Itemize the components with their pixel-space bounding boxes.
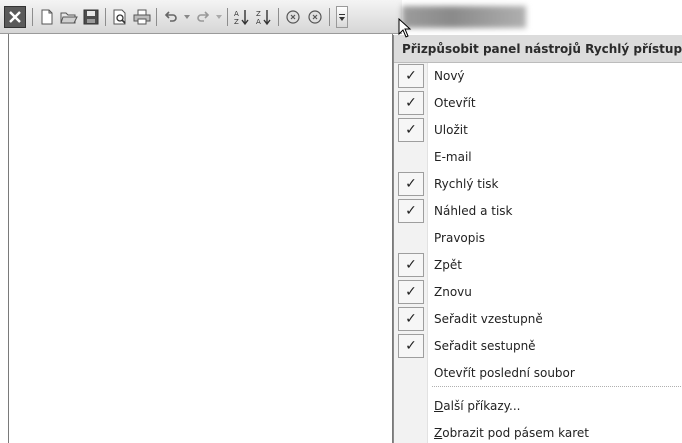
menu-item-znovu[interactable]: ✓ Znovu bbox=[394, 279, 682, 306]
menu-item-label: Rychlý tisk bbox=[434, 177, 499, 191]
menu-item-label: Seřadit sestupně bbox=[434, 339, 536, 353]
toolbar-separator bbox=[329, 7, 330, 26]
check-icon: ✓ bbox=[398, 199, 424, 223]
check-icon: ✓ bbox=[398, 334, 424, 358]
menu-item-seradit-vzestupne[interactable]: ✓ Seřadit vzestupně bbox=[394, 306, 682, 333]
menu-item-label: Uložit bbox=[434, 123, 468, 137]
menu-item-label: Otevřít bbox=[434, 96, 476, 110]
menu-item-label: Pravopis bbox=[434, 231, 485, 245]
svg-text:A: A bbox=[234, 10, 239, 18]
svg-text:A: A bbox=[256, 18, 261, 26]
menu-item-label: Seřadit vzestupně bbox=[434, 312, 543, 326]
open-folder-icon[interactable] bbox=[59, 6, 79, 28]
sort-ascending-icon[interactable]: A Z bbox=[232, 6, 252, 28]
svg-text:Z: Z bbox=[234, 18, 239, 26]
toolbar-separator bbox=[105, 7, 106, 26]
menu-item-ulozit[interactable]: ✓ Uložit bbox=[394, 117, 682, 144]
printer-icon[interactable] bbox=[132, 6, 152, 28]
toolbar-separator bbox=[278, 7, 279, 26]
menu-item-nahled-a-tisk[interactable]: ✓ Náhled a tisk bbox=[394, 198, 682, 225]
undo-dropdown-icon[interactable] bbox=[183, 6, 191, 28]
chevron-down-icon[interactable] bbox=[336, 5, 348, 28]
menu-item-label: Znovu bbox=[434, 285, 472, 299]
check-icon: ✓ bbox=[398, 172, 424, 196]
excel-icon[interactable] bbox=[4, 5, 26, 28]
workspace-border-left bbox=[8, 34, 9, 443]
menu-item-novy[interactable]: ✓ Nový bbox=[394, 63, 682, 90]
customize-qat-menu: Přizpůsobit panel nástrojů Rychlý přístu… bbox=[393, 35, 682, 443]
window-title-redacted bbox=[402, 6, 526, 28]
svg-text:Z: Z bbox=[256, 10, 261, 18]
menu-item-label: Nový bbox=[434, 69, 465, 83]
undo-icon[interactable] bbox=[161, 6, 181, 28]
menu-item-label: Náhled a tisk bbox=[434, 204, 513, 218]
circle-icon[interactable] bbox=[305, 6, 325, 28]
menu-item-seradit-sestupne[interactable]: ✓ Seřadit sestupně bbox=[394, 333, 682, 360]
toolbar-separator bbox=[227, 7, 228, 26]
menu-item-label: Otevřít poslední soubor bbox=[434, 366, 575, 380]
menu-item-label: Zpět bbox=[434, 258, 462, 272]
check-icon: ✓ bbox=[398, 253, 424, 277]
check-icon: ✓ bbox=[398, 64, 424, 88]
redo-icon[interactable] bbox=[193, 6, 213, 28]
menu-item-label: E-mail bbox=[434, 150, 472, 164]
quick-access-toolbar: A Z Z A bbox=[0, 0, 402, 34]
menu-item-dalsi-prikazy[interactable]: Další příkazy... bbox=[394, 393, 682, 420]
check-icon: ✓ bbox=[398, 91, 424, 115]
menu-item-otevrit[interactable]: ✓ Otevřít bbox=[394, 90, 682, 117]
menu-item-email[interactable]: E-mail bbox=[394, 144, 682, 171]
check-icon: ✓ bbox=[398, 280, 424, 304]
menu-item-otevrit-posledni-soubor[interactable]: Otevřít poslední soubor bbox=[394, 360, 682, 387]
check-icon: ✓ bbox=[398, 118, 424, 142]
menu-item-rychly-tisk[interactable]: ✓ Rychlý tisk bbox=[394, 171, 682, 198]
menu-item-label: Další příkazy... bbox=[434, 399, 521, 413]
application-window: A Z Z A Přizpůsobit panel nástrojů Rychl… bbox=[0, 0, 682, 443]
menu-item-pravopis[interactable]: Pravopis bbox=[394, 225, 682, 252]
toolbar-separator bbox=[156, 7, 157, 26]
circle-icon[interactable] bbox=[283, 6, 303, 28]
menu-item-zpet[interactable]: ✓ Zpět bbox=[394, 252, 682, 279]
redo-dropdown-icon[interactable] bbox=[215, 6, 223, 28]
toolbar-separator bbox=[32, 7, 33, 26]
menu-item-zobrazit-pod-pasem-karet[interactable]: Zobrazit pod pásem karet bbox=[394, 420, 682, 443]
save-icon[interactable] bbox=[81, 6, 101, 28]
menu-header: Přizpůsobit panel nástrojů Rychlý přístu… bbox=[394, 35, 682, 63]
check-icon: ✓ bbox=[398, 307, 424, 331]
new-document-icon[interactable] bbox=[37, 6, 57, 28]
sort-descending-icon[interactable]: Z A bbox=[254, 6, 274, 28]
print-preview-icon[interactable] bbox=[110, 6, 130, 28]
menu-separator bbox=[432, 386, 682, 387]
menu-item-label: Zobrazit pod pásem karet bbox=[434, 426, 589, 440]
